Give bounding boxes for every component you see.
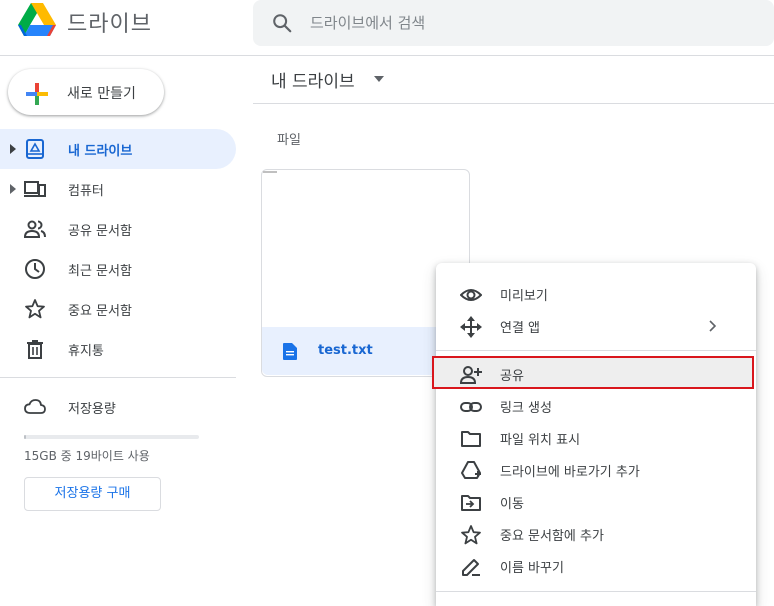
storage-usage-text: 15GB 중 19바이트 사용 [24,449,150,463]
drive-shortcut-icon [461,461,481,479]
sidebar-item-label: 컴퓨터 [68,184,104,199]
trash-icon [27,340,43,359]
new-button-label: 새로 만들기 [67,86,136,102]
folder-icon [461,431,481,447]
menu-item-get-link[interactable] [436,390,756,422]
menu-item-label: 파일 위치 표시 [500,433,581,448]
add-person-icon [460,366,482,384]
move-arrows-icon [460,316,482,338]
my-drive-icon [26,139,44,159]
app-brand[interactable]: 드라이브 [67,6,152,38]
sidebar-item-label: 내 드라이브 [68,144,133,159]
storage-label[interactable]: 저장용량 [68,398,116,417]
search-input[interactable] [310,12,710,34]
menu-item-label: 이동 [500,497,524,512]
sidebar-item-label: 휴지통 [68,344,104,359]
doc-icon [283,343,297,360]
drive-logo-icon [18,3,56,36]
link-icon [460,402,482,412]
expand-caret-icon[interactable] [9,144,17,154]
move-folder-icon [461,495,481,511]
sidebar-divider [0,377,236,378]
main-divider [253,103,774,104]
cloud-icon [24,399,46,414]
file-thumbnail [263,171,277,173]
menu-item-label: 미리보기 [500,289,548,304]
shared-icon [24,220,46,238]
menu-item-label: 링크 생성 [500,401,552,416]
chevron-right-icon [709,320,717,332]
expand-caret-icon[interactable] [9,184,17,194]
menu-item-show-location[interactable] [436,422,756,454]
menu-item-rename[interactable] [436,550,756,582]
menu-divider [436,350,756,351]
plus-icon [26,83,48,105]
star-icon [461,525,481,545]
section-label: 파일 [277,133,301,148]
pencil-icon [462,559,480,576]
menu-item-label: 중요 문서함에 추가 [500,529,604,544]
sidebar-item-label: 최근 문서함 [68,264,132,279]
chevron-down-icon[interactable] [374,76,384,82]
menu-divider [436,591,756,592]
sidebar-item-label: 중요 문서함 [68,304,132,319]
buy-storage-button[interactable]: 저장용량 구매 [24,477,161,511]
menu-item-label: 연결 앱 [500,321,541,336]
menu-item-open-with[interactable] [436,310,756,342]
header-divider [0,55,774,56]
clock-icon [25,259,45,279]
computers-icon [24,181,46,197]
sidebar-item-label: 공유 문서함 [68,224,132,239]
file-name: test.txt [318,343,373,358]
menu-item-preview[interactable] [436,278,756,310]
menu-item-label: 드라이브에 바로가기 추가 [500,465,640,480]
menu-item-label: 이름 바꾸기 [500,561,564,576]
page-title[interactable]: 내 드라이브 [271,67,355,92]
eye-icon [460,289,482,301]
storage-bar-fill [24,435,26,439]
storage-bar [24,435,199,439]
menu-item-move[interactable] [436,486,756,518]
star-icon [25,299,45,319]
menu-item-label: 공유 [500,369,524,384]
search-icon[interactable] [271,12,293,34]
